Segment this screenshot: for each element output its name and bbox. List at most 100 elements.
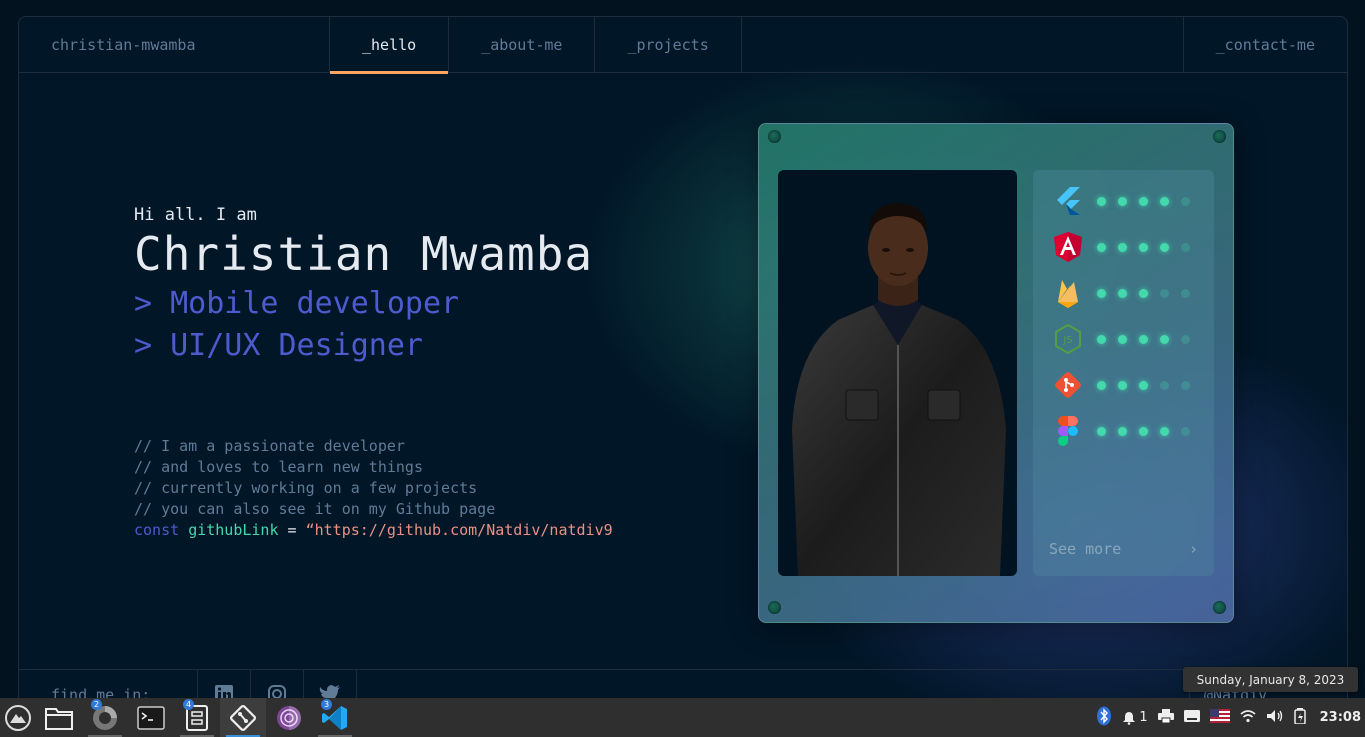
top-nav: christian-mwamba _hello _about-me _proje… [19, 17, 1347, 74]
skill-level [1097, 288, 1202, 298]
skills-panel: JS See more › [1033, 170, 1214, 576]
taskbar-terminal[interactable] [128, 698, 174, 737]
skill-row [1053, 414, 1203, 448]
level-dot-filled [1097, 380, 1106, 390]
bluetooth-icon[interactable] [1096, 706, 1112, 730]
see-more-label: See more [1049, 540, 1122, 558]
tab-contact-me[interactable]: _contact-me [1184, 17, 1347, 73]
firebase-icon [1053, 277, 1083, 309]
skill-level [1097, 242, 1202, 252]
comment-line: // you can also see it on my Github page [134, 500, 496, 518]
level-dot-filled [1097, 242, 1106, 252]
level-dot-filled [1139, 242, 1148, 252]
tab-hello[interactable]: _hello [330, 17, 450, 74]
level-dot-filled [1118, 334, 1127, 344]
level-dot-empty [1181, 380, 1190, 390]
svg-text:JS: JS [1062, 335, 1072, 346]
taskbar-tor-browser[interactable] [266, 698, 312, 737]
wifi-icon[interactable] [1240, 709, 1256, 727]
skill-row: JS [1053, 322, 1203, 356]
level-dot-filled [1097, 334, 1106, 344]
role-mobile: > Mobile developer [134, 286, 460, 321]
terminal-icon [137, 705, 165, 730]
see-more-button[interactable]: See more › [1049, 540, 1198, 558]
taskbar-browser[interactable]: 2 [82, 698, 128, 737]
level-dot-empty [1160, 288, 1169, 298]
portfolio-window: christian-mwamba _hello _about-me _proje… [18, 16, 1348, 716]
comment-line: // I am a passionate developer [134, 437, 405, 455]
skill-row [1053, 276, 1203, 310]
taskbar-archive[interactable]: 4 [174, 698, 220, 737]
profile-card: JS See more › [758, 123, 1234, 623]
notification-count: 1 [1139, 710, 1148, 725]
hero-section: Hi all. I am Christian Mwamba > Mobile d… [134, 205, 593, 367]
level-dot-filled [1097, 196, 1106, 206]
battery-icon[interactable] [1293, 707, 1308, 728]
taskbar: 2 4 3 1 23:08 [0, 698, 1365, 737]
level-dot-filled [1160, 196, 1169, 206]
us-flag-icon[interactable] [1209, 708, 1230, 727]
git-client-icon [230, 704, 256, 731]
skill-row [1053, 184, 1203, 218]
level-dot-empty [1181, 334, 1190, 344]
flutter-icon [1053, 185, 1083, 217]
level-dot-empty [1181, 288, 1190, 298]
skill-row [1053, 230, 1203, 264]
const-keyword: const [134, 521, 180, 539]
angular-icon [1053, 231, 1083, 263]
github-link-value[interactable]: “https://github.com/Natdiv/natdiv9 [306, 521, 613, 539]
level-dot-filled [1139, 380, 1148, 390]
skill-level [1097, 196, 1202, 206]
chevron-right-icon: › [1188, 540, 1198, 558]
tab-projects[interactable]: _projects [595, 17, 742, 73]
system-tray: 1 23:08 [1096, 698, 1365, 737]
comment-line: // currently working on a few projects [134, 479, 478, 497]
notifications-tray[interactable]: 1 [1122, 710, 1148, 725]
level-dot-filled [1139, 334, 1148, 344]
browser-badge: 2 [91, 699, 102, 710]
nav-spacer [742, 17, 1184, 72]
keyboard-icon[interactable] [1183, 709, 1200, 726]
launcher-button[interactable] [0, 698, 36, 737]
level-dot-filled [1118, 288, 1127, 298]
level-dot-filled [1160, 426, 1169, 436]
tab-about-me[interactable]: _about-me [449, 17, 596, 73]
file-manager-icon [45, 707, 73, 730]
level-dot-filled [1118, 242, 1127, 252]
figma-icon [1053, 415, 1083, 447]
volume-icon[interactable] [1266, 709, 1284, 727]
printer-icon[interactable] [1157, 708, 1174, 727]
nodejs-icon: JS [1053, 323, 1083, 355]
level-dot-empty [1181, 242, 1190, 252]
taskbar-file-manager[interactable] [36, 698, 82, 737]
github-link-line: const githubLink = “https://github.com/N… [134, 520, 613, 541]
screw-icon [768, 601, 781, 614]
brand-name[interactable]: christian-mwamba [19, 17, 330, 73]
screw-icon [1213, 601, 1226, 614]
page-title: Christian Mwamba [134, 227, 594, 281]
archive-badge: 4 [183, 699, 194, 710]
level-dot-filled [1139, 288, 1148, 298]
taskbar-git-client[interactable] [220, 698, 266, 737]
equals-sign: = [287, 521, 297, 539]
level-dot-filled [1118, 380, 1127, 390]
level-dot-filled [1118, 196, 1127, 206]
taskbar-vscode[interactable]: 3 [312, 698, 358, 737]
skill-row [1053, 368, 1203, 402]
skill-level [1097, 334, 1202, 344]
bell-icon [1123, 711, 1136, 725]
level-dot-filled [1097, 288, 1106, 298]
level-dot-empty [1181, 196, 1190, 206]
skill-level [1097, 380, 1202, 390]
git-icon [1053, 369, 1083, 401]
level-dot-empty [1160, 380, 1169, 390]
greeting: Hi all. I am [134, 205, 257, 225]
tor-browser-icon [277, 705, 301, 730]
date-tooltip: Sunday, January 8, 2023 [1183, 667, 1358, 692]
screw-icon [768, 130, 781, 143]
level-dot-filled [1160, 242, 1169, 252]
clock[interactable]: 23:08 [1320, 710, 1361, 725]
role-uiux: > UI/UX Designer [134, 328, 423, 363]
vscode-badge: 3 [321, 699, 332, 710]
level-dot-filled [1097, 426, 1106, 436]
